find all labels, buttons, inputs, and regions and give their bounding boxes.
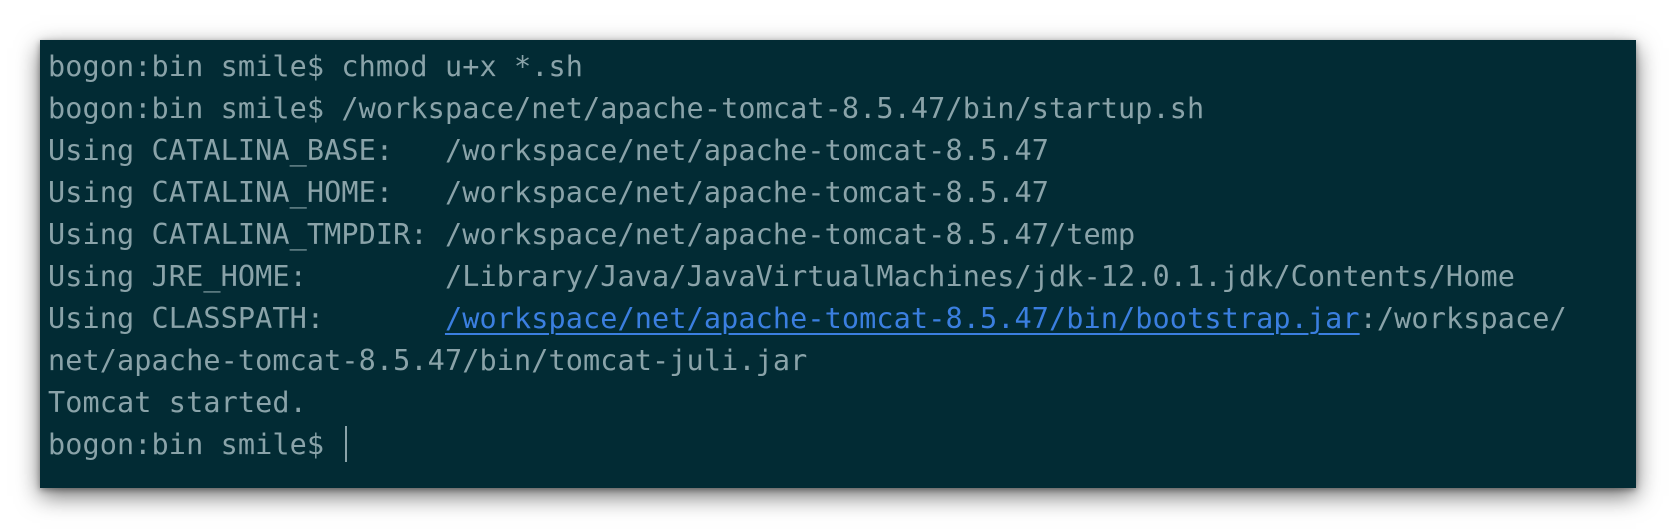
- terminal-line-catalina-tmpdir: Using CATALINA_TMPDIR: /workspace/net/ap…: [48, 218, 1136, 251]
- terminal-line-classpath-wrap: net/apache-tomcat-8.5.47/bin/tomcat-juli…: [48, 344, 808, 377]
- terminal-output[interactable]: bogon:bin smile$ chmod u+x *.sh bogon:bi…: [48, 46, 1636, 488]
- terminal-window[interactable]: bogon:bin smile$ chmod u+x *.sh bogon:bi…: [40, 40, 1636, 488]
- classpath-label: Using CLASSPATH:: [48, 302, 445, 335]
- terminal-line-catalina-base: Using CATALINA_BASE: /workspace/net/apac…: [48, 134, 1049, 167]
- terminal-line-startup: bogon:bin smile$ /workspace/net/apache-t…: [48, 92, 1205, 125]
- terminal-line-classpath: Using CLASSPATH: /workspace/net/apache-t…: [48, 298, 1636, 340]
- terminal-line-chmod: bogon:bin smile$ chmod u+x *.sh: [48, 50, 584, 83]
- terminal-line-tomcat-started: Tomcat started.: [48, 386, 307, 419]
- screenshot-stage: bogon:bin smile$ chmod u+x *.sh bogon:bi…: [0, 0, 1676, 530]
- bootstrap-jar-link[interactable]: /workspace/net/apache-tomcat-8.5.47/bin/…: [445, 302, 1360, 335]
- shell-prompt: bogon:bin smile$: [48, 428, 342, 461]
- terminal-line-catalina-home: Using CATALINA_HOME: /workspace/net/apac…: [48, 176, 1049, 209]
- classpath-rest: :/workspace/: [1359, 302, 1567, 335]
- text-cursor: [345, 426, 348, 462]
- terminal-line-jre-home: Using JRE_HOME: /Library/Java/JavaVirtua…: [48, 260, 1515, 293]
- terminal-line-prompt[interactable]: bogon:bin smile$: [48, 424, 1636, 466]
